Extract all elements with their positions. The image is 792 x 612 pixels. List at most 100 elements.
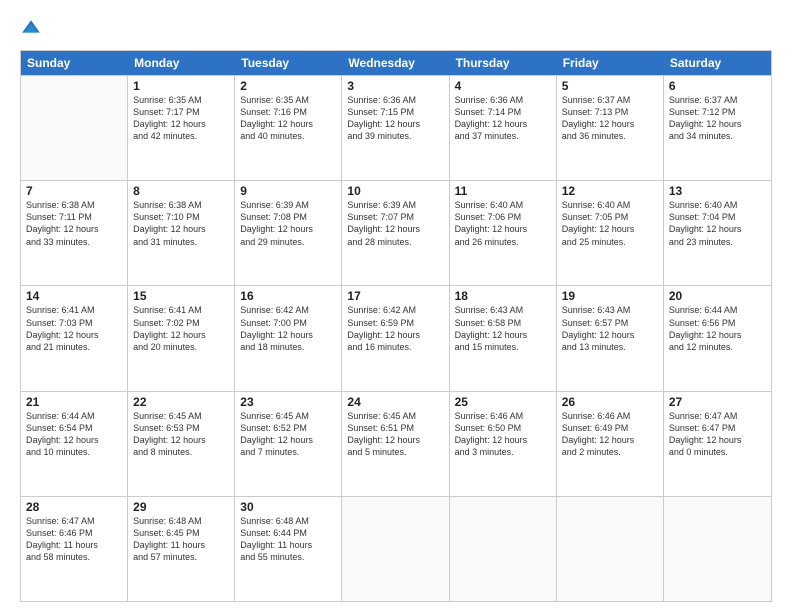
header-day-monday: Monday (128, 51, 235, 75)
day-info-line: Sunrise: 6:46 AM (562, 410, 658, 422)
day-info-line: Daylight: 12 hours (240, 118, 336, 130)
day-cell-30: 30Sunrise: 6:48 AMSunset: 6:44 PMDayligh… (235, 497, 342, 601)
day-cell-10: 10Sunrise: 6:39 AMSunset: 7:07 PMDayligh… (342, 181, 449, 285)
logo (20, 18, 46, 40)
day-info-line: Daylight: 12 hours (562, 118, 658, 130)
day-info-line: Sunset: 7:07 PM (347, 211, 443, 223)
day-info-line: Sunrise: 6:35 AM (133, 94, 229, 106)
day-info-line: Sunrise: 6:48 AM (133, 515, 229, 527)
day-info-line: and 26 minutes. (455, 236, 551, 248)
day-info-line: Sunset: 7:16 PM (240, 106, 336, 118)
day-info-line: Sunset: 6:54 PM (26, 422, 122, 434)
day-number: 2 (240, 79, 336, 93)
header-day-saturday: Saturday (664, 51, 771, 75)
day-info-line: Sunrise: 6:42 AM (240, 304, 336, 316)
header (20, 18, 772, 40)
day-number: 24 (347, 395, 443, 409)
day-info-line: and 15 minutes. (455, 341, 551, 353)
day-number: 7 (26, 184, 122, 198)
day-info-line: Sunrise: 6:47 AM (26, 515, 122, 527)
day-cell-15: 15Sunrise: 6:41 AMSunset: 7:02 PMDayligh… (128, 286, 235, 390)
header-day-friday: Friday (557, 51, 664, 75)
calendar-week-5: 28Sunrise: 6:47 AMSunset: 6:46 PMDayligh… (21, 496, 771, 601)
day-number: 11 (455, 184, 551, 198)
day-number: 23 (240, 395, 336, 409)
day-info-line: Sunset: 7:05 PM (562, 211, 658, 223)
day-info-line: and 3 minutes. (455, 446, 551, 458)
day-cell-18: 18Sunrise: 6:43 AMSunset: 6:58 PMDayligh… (450, 286, 557, 390)
calendar-week-2: 7Sunrise: 6:38 AMSunset: 7:11 PMDaylight… (21, 180, 771, 285)
day-info-line: Sunrise: 6:45 AM (133, 410, 229, 422)
day-info-line: and 40 minutes. (240, 130, 336, 142)
day-cell-21: 21Sunrise: 6:44 AMSunset: 6:54 PMDayligh… (21, 392, 128, 496)
day-cell-13: 13Sunrise: 6:40 AMSunset: 7:04 PMDayligh… (664, 181, 771, 285)
day-info-line: Sunset: 6:47 PM (669, 422, 766, 434)
day-info-line: Daylight: 12 hours (455, 434, 551, 446)
day-cell-16: 16Sunrise: 6:42 AMSunset: 7:00 PMDayligh… (235, 286, 342, 390)
day-info-line: Sunset: 7:14 PM (455, 106, 551, 118)
calendar-week-4: 21Sunrise: 6:44 AMSunset: 6:54 PMDayligh… (21, 391, 771, 496)
logo-icon (20, 18, 42, 40)
day-cell-11: 11Sunrise: 6:40 AMSunset: 7:06 PMDayligh… (450, 181, 557, 285)
day-info-line: Daylight: 12 hours (133, 118, 229, 130)
calendar: SundayMondayTuesdayWednesdayThursdayFrid… (20, 50, 772, 602)
day-cell-empty (21, 76, 128, 180)
day-info-line: and 12 minutes. (669, 341, 766, 353)
day-info-line: Daylight: 12 hours (240, 329, 336, 341)
day-info-line: Sunset: 7:13 PM (562, 106, 658, 118)
day-info-line: Daylight: 12 hours (455, 329, 551, 341)
day-cell-17: 17Sunrise: 6:42 AMSunset: 6:59 PMDayligh… (342, 286, 449, 390)
day-info-line: and 16 minutes. (347, 341, 443, 353)
day-info-line: Sunrise: 6:40 AM (455, 199, 551, 211)
day-info-line: and 21 minutes. (26, 341, 122, 353)
day-info-line: Sunset: 7:11 PM (26, 211, 122, 223)
calendar-week-3: 14Sunrise: 6:41 AMSunset: 7:03 PMDayligh… (21, 285, 771, 390)
day-info-line: Daylight: 12 hours (669, 223, 766, 235)
day-number: 17 (347, 289, 443, 303)
day-info-line: Daylight: 12 hours (347, 434, 443, 446)
day-info-line: and 58 minutes. (26, 551, 122, 563)
day-info-line: Sunrise: 6:37 AM (562, 94, 658, 106)
day-info-line: and 10 minutes. (26, 446, 122, 458)
day-cell-9: 9Sunrise: 6:39 AMSunset: 7:08 PMDaylight… (235, 181, 342, 285)
day-cell-empty (450, 497, 557, 601)
day-info-line: and 42 minutes. (133, 130, 229, 142)
day-info-line: Daylight: 12 hours (562, 434, 658, 446)
day-info-line: Sunset: 7:10 PM (133, 211, 229, 223)
day-info-line: Sunrise: 6:44 AM (669, 304, 766, 316)
day-cell-3: 3Sunrise: 6:36 AMSunset: 7:15 PMDaylight… (342, 76, 449, 180)
day-info-line: Sunrise: 6:45 AM (347, 410, 443, 422)
day-info-line: and 25 minutes. (562, 236, 658, 248)
day-cell-29: 29Sunrise: 6:48 AMSunset: 6:45 PMDayligh… (128, 497, 235, 601)
day-info-line: Daylight: 12 hours (455, 223, 551, 235)
day-info-line: Sunset: 7:04 PM (669, 211, 766, 223)
day-info-line: Sunrise: 6:46 AM (455, 410, 551, 422)
day-info-line: Daylight: 12 hours (347, 118, 443, 130)
day-number: 13 (669, 184, 766, 198)
day-number: 5 (562, 79, 658, 93)
day-info-line: Sunrise: 6:40 AM (562, 199, 658, 211)
day-info-line: Daylight: 12 hours (133, 223, 229, 235)
day-number: 28 (26, 500, 122, 514)
day-info-line: Sunrise: 6:39 AM (240, 199, 336, 211)
day-info-line: Daylight: 12 hours (669, 329, 766, 341)
day-cell-empty (557, 497, 664, 601)
calendar-body: 1Sunrise: 6:35 AMSunset: 7:17 PMDaylight… (21, 75, 771, 601)
day-info-line: Sunrise: 6:41 AM (133, 304, 229, 316)
day-number: 8 (133, 184, 229, 198)
day-info-line: and 33 minutes. (26, 236, 122, 248)
day-number: 22 (133, 395, 229, 409)
day-info-line: and 28 minutes. (347, 236, 443, 248)
day-number: 15 (133, 289, 229, 303)
day-info-line: Sunset: 6:52 PM (240, 422, 336, 434)
day-info-line: and 18 minutes. (240, 341, 336, 353)
day-number: 3 (347, 79, 443, 93)
day-cell-empty (664, 497, 771, 601)
header-day-thursday: Thursday (450, 51, 557, 75)
day-info-line: Daylight: 11 hours (133, 539, 229, 551)
day-info-line: Sunrise: 6:45 AM (240, 410, 336, 422)
day-info-line: Daylight: 12 hours (26, 329, 122, 341)
day-number: 29 (133, 500, 229, 514)
day-info-line: Sunrise: 6:35 AM (240, 94, 336, 106)
day-info-line: Sunset: 7:02 PM (133, 317, 229, 329)
